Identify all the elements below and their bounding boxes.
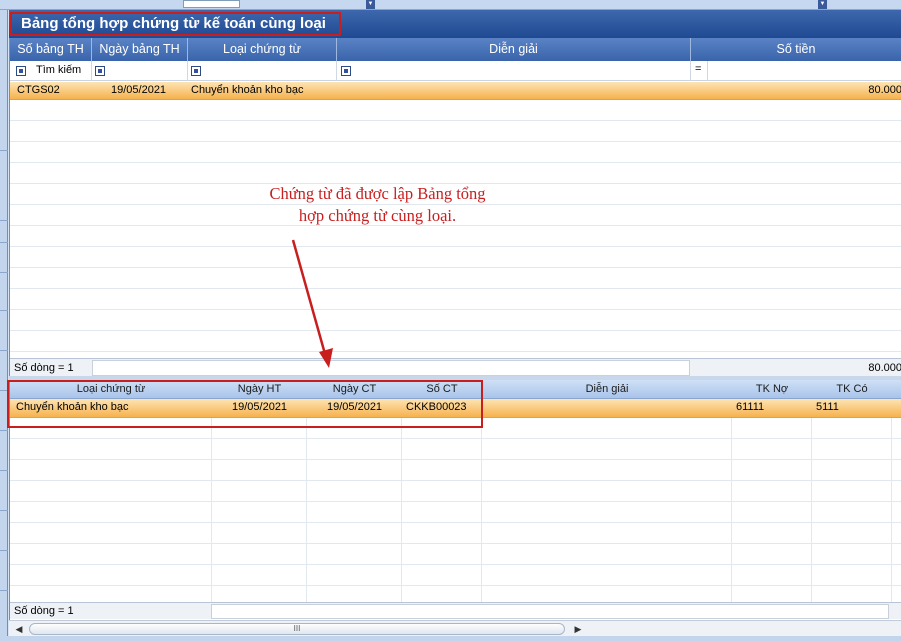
dropdown-arrow-icon[interactable]: ▼: [818, 0, 827, 9]
row-count-label: Số dòng = 1: [14, 605, 74, 617]
scroll-left-icon[interactable]: ◀: [12, 623, 26, 635]
horizontal-scrollbar[interactable]: ◀ III ▶: [9, 620, 901, 636]
col-header-loai-chung-tu[interactable]: Loại chứng từ: [188, 38, 337, 61]
filter-option-icon[interactable]: [341, 66, 351, 76]
filter-row: Tìm kiếm =: [10, 61, 901, 81]
summary-footer: Số dòng = 1 80.000: [10, 358, 901, 376]
col-header-dien-giai[interactable]: Diễn giải: [482, 380, 732, 399]
empty-rows-area: [10, 418, 901, 602]
cell-ngay-bang-th: 19/05/2021: [111, 84, 167, 96]
left-dock-panel: [0, 10, 8, 641]
filter-cell-so-tien[interactable]: [708, 61, 901, 81]
col-header-ngay-bang-th[interactable]: Ngày bảng TH: [92, 38, 188, 61]
col-header-so-tien[interactable]: Số tiền: [691, 38, 901, 61]
scrollbar-grip: III: [293, 624, 301, 633]
annotation-callout: Chứng từ đã được lập Bảng tổng hợp chứng…: [220, 183, 535, 227]
filter-option-icon[interactable]: [95, 66, 105, 76]
annotation-arrow-icon: [291, 239, 333, 368]
search-label: Tìm kiếm: [36, 64, 82, 76]
cell-loai-chung-tu: Chuyển khoản kho bạc: [191, 84, 304, 96]
filter-option-icon[interactable]: [191, 66, 201, 76]
row-count-label: Số dòng = 1: [14, 362, 74, 374]
summary-grid-header: Số bảng TH Ngày bảng TH Loại chứng từ Di…: [10, 38, 901, 61]
total-amount: 80.000: [868, 362, 901, 374]
dropdown-arrow-icon[interactable]: ▼: [366, 0, 375, 9]
filter-operator[interactable]: =: [695, 63, 701, 75]
filter-option-icon[interactable]: [16, 66, 26, 76]
filter-cell-loai[interactable]: [188, 61, 337, 81]
col-header-so-bang-th[interactable]: Số bảng TH: [10, 38, 92, 61]
title-highlight-box: [10, 12, 341, 36]
callout-line-2: hợp chứng từ cùng loại.: [298, 206, 457, 225]
cell-so-tien: 80.000: [868, 84, 901, 96]
col-header-dien-giai[interactable]: Diễn giải: [337, 38, 691, 61]
filter-cell-ngay[interactable]: [92, 61, 188, 81]
window-title-bar: Bảng tổng hợp chứng từ kế toán cùng loại: [9, 10, 901, 38]
scrollbar-thumb[interactable]: III: [29, 623, 565, 635]
cell-tk-co: 5111: [816, 401, 839, 413]
detail-footer: Số dòng = 1: [10, 602, 901, 619]
callout-line-1: Chứng từ đã được lập Bảng tổng: [269, 184, 486, 203]
col-header-tk-no[interactable]: TK Nợ: [732, 380, 812, 399]
table-row[interactable]: CTGS02 19/05/2021 Chuyển khoản kho bạc 8…: [10, 82, 901, 100]
toolbar-combo-input[interactable]: [183, 0, 240, 8]
filter-cell-dien-giai[interactable]: [337, 61, 691, 81]
col-header-tk-co[interactable]: TK Có: [812, 380, 892, 399]
toolbar-strip: ▼ ▼: [0, 0, 901, 10]
cell-so-bang-th: CTGS02: [17, 84, 60, 96]
detail-highlight-box: [7, 380, 483, 428]
empty-rows-area: [10, 100, 901, 358]
scroll-right-icon[interactable]: ▶: [571, 623, 585, 635]
cell-tk-no: 61111: [736, 401, 765, 413]
